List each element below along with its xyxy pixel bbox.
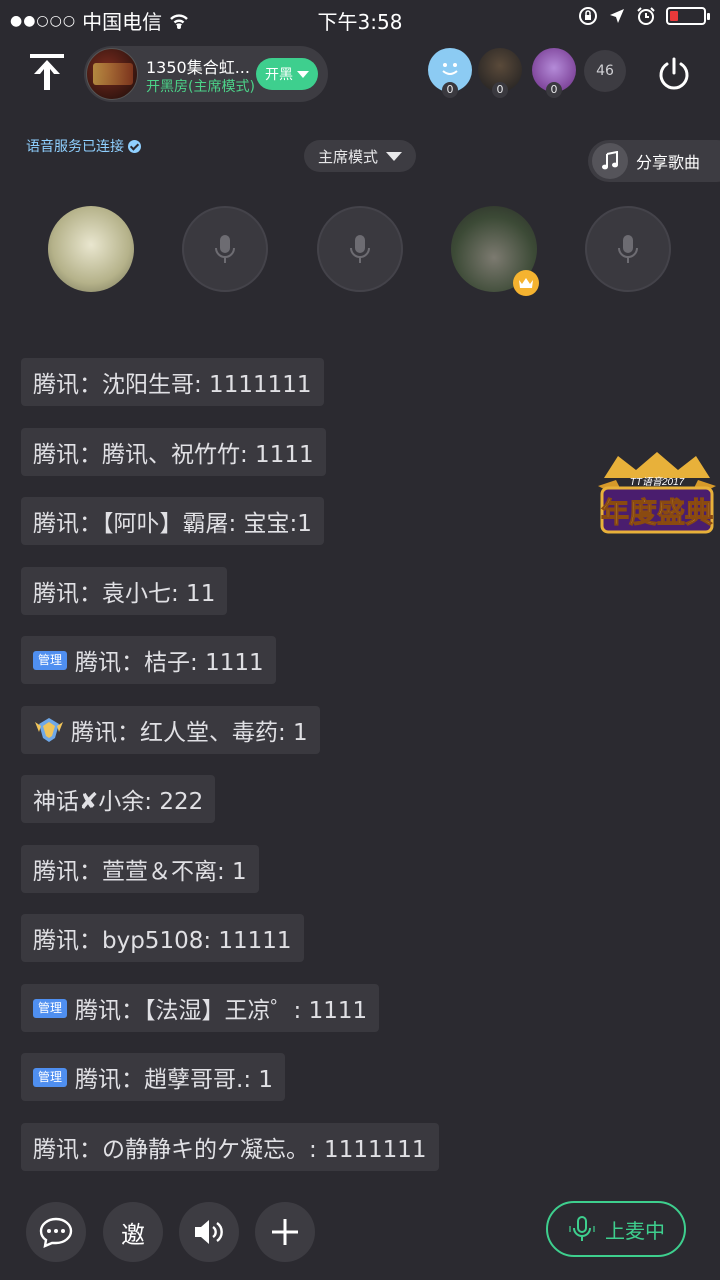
check-icon (128, 139, 141, 153)
chevron-down-icon (297, 70, 309, 78)
alarm-icon (637, 7, 655, 25)
chat-message[interactable]: 腾讯：の静静キ的ケ凝忘。: 1111111 (21, 1123, 439, 1171)
annual-ceremony-event-badge[interactable]: TT语音2017 年度盛典 (596, 450, 718, 546)
mode-select-value: 主席模式 (317, 147, 378, 166)
rank-badge-icon (35, 718, 63, 742)
event-badge-main-text: 年度盛典 (601, 496, 713, 529)
chat-text: 腾讯：趙孽哥哥.: 1 (75, 1067, 274, 1093)
status-bar: ●●○○○ 中国电信 下午3:58 (0, 0, 720, 36)
chat-text: 腾讯：腾讯、祝竹竹: 1111 (33, 442, 314, 468)
mic-up-button[interactable]: 上麦中 (546, 1201, 686, 1257)
share-song-button[interactable]: 分享歌曲 (588, 140, 720, 182)
kaihei-dropdown-button[interactable]: 开黑 (256, 58, 318, 90)
chevron-down-icon (386, 151, 402, 161)
online-count[interactable]: 46 (584, 50, 626, 92)
chat-message[interactable]: 管理 腾讯：桔子: 1111 (21, 636, 276, 684)
member-avatar[interactable]: 0 (428, 48, 472, 98)
member-avatar[interactable]: 0 (478, 48, 522, 98)
member-avatar[interactable]: 0 (532, 48, 576, 98)
room-title: 1350集合虹... (146, 58, 250, 77)
invite-button[interactable]: 邀 (103, 1202, 163, 1262)
chat-message[interactable]: 腾讯：红人堂、毒药: 1 (21, 706, 320, 754)
chat-text: 腾讯：袁小七: 11 (33, 581, 216, 607)
voice-status-text: 语音服务已连接 (26, 139, 124, 155)
chat-bubble-icon (39, 1217, 73, 1248)
chat-message[interactable]: 管理 腾讯：趙孽哥哥.: 1 (21, 1053, 286, 1101)
chat-text: 腾讯：沈阳生哥: 1111111 (33, 372, 312, 398)
mic-seat-empty[interactable] (585, 206, 671, 292)
chat-message[interactable]: 腾讯：腾讯、祝竹竹: 1111 (21, 428, 326, 476)
chat-text: 腾讯：【阿卟】霸屠: 宝宝:1 (33, 511, 312, 537)
mic-seat-empty[interactable] (317, 206, 403, 292)
admin-badge: 管理 (33, 998, 68, 1018)
microphone-icon (618, 235, 638, 263)
microphone-icon (569, 1216, 595, 1241)
mode-select[interactable]: 主席模式 (304, 140, 416, 172)
location-icon (610, 9, 624, 23)
battery-icon (666, 7, 710, 25)
chat-message[interactable]: 腾讯：萱萱＆不离: 1 (21, 845, 259, 893)
rotation-lock-icon (579, 7, 597, 25)
mic-seat-empty[interactable] (182, 206, 268, 292)
room-info[interactable]: 1350集合虹... 开黑房(主席模式) 开黑 (84, 46, 328, 102)
room-subtitle: 开黑房(主席模式) (146, 79, 255, 95)
member-count: 0 (492, 82, 508, 98)
invite-label: 邀 (121, 1220, 145, 1249)
chat-message[interactable]: 管理 腾讯：【法湿】王凉゜: 1111 (21, 984, 380, 1032)
add-button[interactable] (255, 1202, 315, 1262)
crown-icon (513, 270, 539, 296)
mic-seat-host[interactable] (451, 206, 539, 296)
chat-text: 腾讯：桔子: 1111 (75, 650, 264, 676)
chat-message[interactable]: 腾讯：袁小七: 11 (21, 567, 228, 615)
chat-message[interactable]: 神话✘小余: 222 (21, 775, 216, 823)
chat-text: 腾讯：红人堂、毒药: 1 (71, 720, 308, 746)
mic-up-label: 上麦中 (605, 1218, 665, 1243)
plus-icon (272, 1219, 298, 1245)
chat-text: 腾讯：byp5108: 11111 (33, 928, 292, 954)
room-avatar (86, 48, 138, 100)
chat-text: 腾讯：【法湿】王凉゜: 1111 (75, 998, 368, 1024)
status-icons (578, 6, 710, 26)
member-count: 0 (442, 82, 458, 98)
smiley-icon (442, 63, 458, 75)
admin-badge: 管理 (33, 650, 68, 670)
mic-seat-occupied[interactable] (48, 206, 134, 292)
chat-message[interactable]: 腾讯：【阿卟】霸屠: 宝宝:1 (21, 497, 324, 545)
microphone-icon (215, 235, 235, 263)
event-badge-top-text: TT语音2017 (630, 476, 685, 488)
chat-input-button[interactable] (26, 1202, 86, 1262)
chat-message[interactable]: 腾讯：byp5108: 11111 (21, 914, 304, 962)
share-song-label: 分享歌曲 (636, 153, 701, 172)
microphone-icon (350, 235, 370, 263)
chat-text: 腾讯：の静静キ的ケ凝忘。: 1111111 (33, 1137, 427, 1163)
power-icon[interactable] (656, 56, 692, 92)
member-count: 0 (546, 82, 562, 98)
admin-badge: 管理 (33, 1067, 68, 1087)
voice-status: 语音服务已连接 (26, 136, 141, 156)
chat-text: 腾讯：萱萱＆不离: 1 (33, 859, 247, 885)
kaihei-label: 开黑 (265, 67, 293, 83)
speaker-icon (195, 1220, 223, 1244)
speaker-button[interactable] (179, 1202, 239, 1262)
minimize-arrow-icon[interactable] (26, 50, 68, 96)
chat-text: 神话✘小余: 222 (33, 789, 204, 815)
chat-message[interactable]: 腾讯：沈阳生哥: 1111111 (21, 358, 324, 406)
music-note-icon (592, 143, 628, 179)
